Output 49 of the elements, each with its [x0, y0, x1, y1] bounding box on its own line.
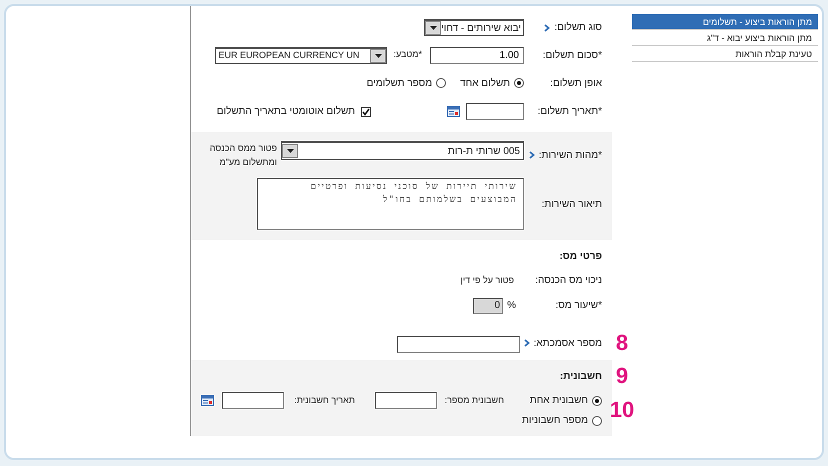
callout-number: 10 — [610, 399, 634, 421]
radio-button[interactable] — [592, 396, 602, 406]
reference-field[interactable] — [397, 336, 520, 353]
caret-icon — [374, 54, 382, 58]
radio-button[interactable] — [436, 78, 446, 88]
invoice-date-field[interactable] — [222, 392, 284, 409]
field-label: תיאור השירות: — [542, 198, 602, 212]
caret-icon — [286, 149, 294, 153]
callout-number: 9 — [616, 365, 628, 387]
radio-button[interactable] — [514, 78, 524, 88]
option-label: חשבונית אחת — [528, 394, 588, 408]
field-label: *שיעור מס: — [555, 299, 602, 313]
date-field[interactable] — [466, 103, 524, 120]
field-label: *סכום תשלום: — [542, 48, 602, 62]
dropdown-field[interactable]: יבוא שירותים - דחוי — [424, 19, 524, 36]
invoice-date-label: תאריך חשבונית: — [294, 394, 355, 407]
field-label: *מהות השירות: — [538, 148, 602, 162]
field-label: ניכוי מס הכנסה: — [535, 274, 602, 288]
field-label: פרטי מס: — [559, 250, 602, 264]
description-field[interactable]: שירותי תיירות של סוכני נסיעות ופרטיים המבוצעים בשלמותם בחו"ל — [257, 178, 524, 230]
callout-number: 8 — [616, 332, 628, 354]
field-label: סוג תשלום: — [554, 20, 602, 35]
sidebar-item[interactable]: מתן הוראות ביצוע - תשלומים — [632, 14, 818, 30]
dropdown-field[interactable]: 005 שרותי ת-רות — [281, 141, 524, 160]
calendar-icon[interactable] — [201, 395, 214, 406]
currency-label: *מטבע: — [393, 48, 422, 62]
calendar-icon[interactable] — [447, 106, 460, 117]
option-label: מספר חשבוניות — [522, 414, 588, 428]
dropdown-button[interactable] — [370, 48, 386, 62]
caret-icon — [430, 26, 436, 30]
note-text: פטור ממס הכנסה ומתשלום מע"מ — [209, 142, 277, 169]
tax-rate-field[interactable]: 0 — [473, 298, 504, 314]
invoice-number-label: חשבונית מספר: — [444, 394, 504, 407]
percent-sign: % — [507, 299, 516, 313]
dropdown-button[interactable] — [282, 144, 298, 158]
field-value: פטור על פי דין — [460, 274, 514, 287]
amount-field[interactable]: 1.00 — [430, 46, 524, 64]
dropdown-button[interactable] — [425, 21, 441, 35]
checkbox-label: תשלום אוטומטי בתאריך התשלום — [216, 104, 355, 119]
checkbox[interactable] — [361, 106, 371, 116]
radio-button[interactable] — [592, 416, 602, 426]
currency-dropdown[interactable]: EUR EUROPEAN CURRENCY UN — [215, 46, 388, 64]
field-label: *תאריך תשלום: — [538, 104, 602, 119]
invoice-number-field[interactable] — [375, 392, 437, 409]
option-label: תשלום אחד — [460, 76, 510, 90]
field-label: חשבונית: — [560, 370, 602, 384]
field-label: מספר אסמכתא: — [534, 336, 602, 350]
field-label: אופן תשלום: — [550, 76, 602, 90]
option-label: מספר תשלומים — [366, 76, 432, 90]
